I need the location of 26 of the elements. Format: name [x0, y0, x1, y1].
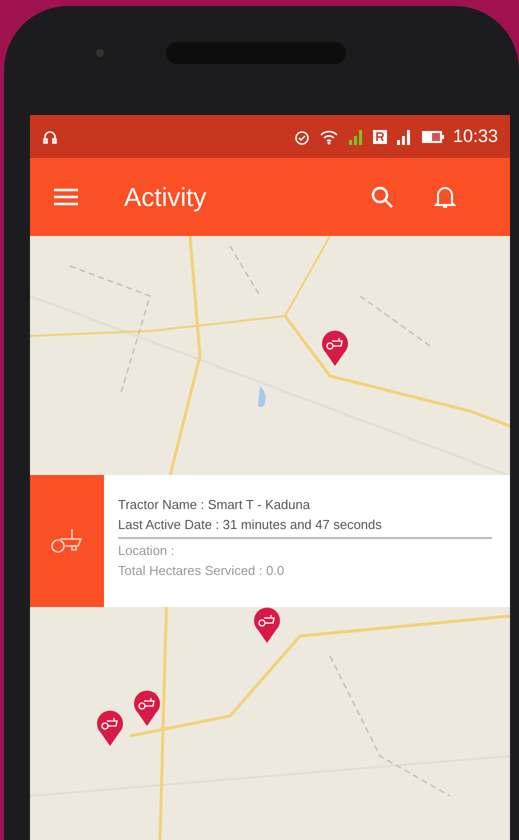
notifications-button[interactable]	[434, 185, 456, 209]
camera-icon	[96, 49, 104, 57]
menu-icon	[54, 188, 78, 206]
search-button[interactable]	[370, 185, 394, 209]
signal-icon	[394, 128, 413, 146]
card-detail-text: Location :	[118, 542, 176, 560]
card-detail-text: Total Hectares Serviced : 0.0	[118, 562, 286, 580]
app-title: Activity	[124, 180, 208, 214]
tractor-icon	[50, 526, 84, 556]
tractor-pin-icon[interactable]	[132, 689, 162, 727]
headphones-icon	[42, 128, 58, 144]
signal-icon	[346, 128, 365, 146]
battery-icon	[420, 130, 445, 144]
info-card[interactable]: Tractor Name : Smart T - Kaduna Last Active Date : 31 minutes and 47 seconds Location : Total Hectares Serviced : 0.0	[30, 475, 510, 607]
tractor-pin-icon[interactable]	[252, 606, 282, 644]
wifi-icon	[318, 128, 339, 144]
status-time: 10:33	[452, 125, 498, 148]
search-icon	[370, 185, 394, 209]
roaming-icon	[372, 128, 387, 144]
card-detail-text: Tractor Name : Smart T - Kaduna	[118, 496, 311, 514]
menu-button[interactable]	[54, 188, 78, 206]
map-view[interactable]: Tractor Name : Smart T - Kaduna Last Active Date : 31 minutes and 47 seconds Location : Total Hectares Serviced : 0.0	[30, 236, 510, 840]
card-detail-text: Last Active Date : 31 minutes and 47 seconds	[118, 516, 383, 534]
tractor-pin-icon[interactable]	[320, 329, 350, 367]
tractor-pin-icon[interactable]	[95, 709, 125, 747]
bell-icon	[434, 185, 456, 209]
